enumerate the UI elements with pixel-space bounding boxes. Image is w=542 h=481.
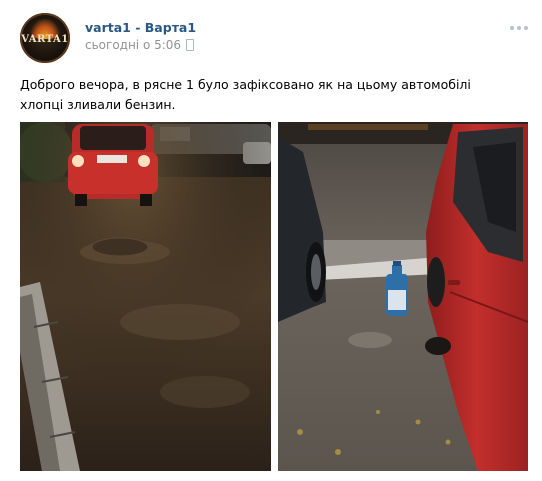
dot xyxy=(510,26,514,30)
photo-parking-bottle[interactable] xyxy=(278,122,528,471)
post-text: Доброго вечора, в рясне 1 було зафіксова… xyxy=(20,77,471,112)
post-meta: сьогодні о 5:06 xyxy=(85,38,195,52)
author-group[interactable]: Варта1 xyxy=(145,20,196,35)
dot xyxy=(517,26,521,30)
photo-night-street-image xyxy=(20,122,271,471)
photo-parking-bottle-image xyxy=(278,122,528,471)
dot xyxy=(524,26,528,30)
photo-night-street[interactable] xyxy=(20,122,271,471)
post-timestamp[interactable]: сьогодні о 5:06 xyxy=(85,38,181,52)
mobile-device-icon xyxy=(186,39,195,51)
avatar-logo-text: VARTA1 xyxy=(21,34,69,45)
avatar[interactable]: VARTA1 xyxy=(20,13,70,63)
more-dots-icon[interactable] xyxy=(510,26,528,30)
wall-post: VARTA1 varta1 - Варта1 сьогодні о 5:06 Д… xyxy=(0,0,542,481)
author-separator: - xyxy=(135,20,141,35)
author-link[interactable]: varta1 - Варта1 xyxy=(85,20,196,35)
author-name[interactable]: varta1 xyxy=(85,20,131,35)
